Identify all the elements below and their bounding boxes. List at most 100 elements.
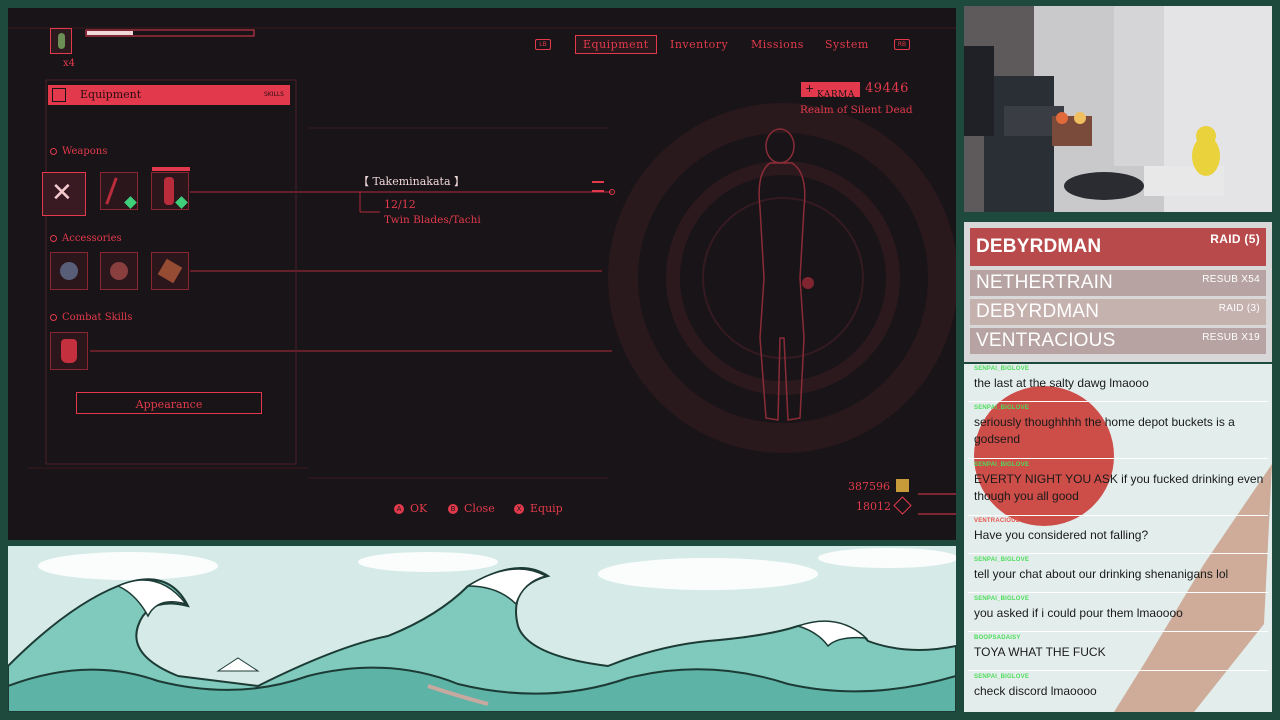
stream-events-panel: DEBYRDMAN RAID (5) NETHERTRAIN RESUB X54…: [964, 222, 1272, 362]
panel-title: Equipment: [80, 88, 142, 101]
event-row: DEBYRDMAN RAID (3): [970, 299, 1266, 325]
weapon-slot-2[interactable]: [100, 172, 138, 210]
blade-icon: [164, 177, 174, 205]
weapon-count: 12/12: [384, 198, 416, 211]
webcam-feed: [964, 6, 1272, 212]
event-tag: RAID (5): [1210, 232, 1260, 246]
section-accessories: Accessories: [50, 233, 122, 244]
divider: [968, 515, 1268, 516]
equipped-gem-icon: [175, 196, 188, 209]
chat-username: SENPAI_BIGLOVE: [974, 405, 1030, 411]
karma-value: 49446: [865, 81, 909, 96]
right-bumper-icon[interactable]: RB: [894, 39, 910, 50]
consumable-item-slot[interactable]: [50, 28, 72, 54]
slot-indicator: [152, 167, 190, 171]
chat-username: SENPAI_BIGLOVE: [974, 557, 1030, 563]
tab-system[interactable]: System: [825, 38, 869, 51]
chat-username: SENPAI_BIGLOVE: [974, 596, 1030, 602]
chat-message: SENPAI_BIGLOVE seriously thoughhhh the h…: [968, 405, 1268, 459]
section-combat-skills: Combat Skills: [50, 312, 132, 323]
accessory-slot-1[interactable]: [50, 252, 88, 290]
event-name: DEBYRDMAN: [976, 301, 1100, 322]
divider: [968, 592, 1268, 593]
control-equip[interactable]: X Equip: [514, 502, 563, 515]
divider: [968, 553, 1268, 554]
control-ok[interactable]: A OK: [394, 502, 427, 515]
event-name: DEBYRDMAN: [976, 236, 1102, 257]
appearance-button[interactable]: Appearance: [76, 392, 262, 414]
chat-text: TOYA WHAT THE FUCK: [974, 645, 1106, 659]
event-tag: RESUB X19: [1202, 332, 1260, 343]
wave-artwork: [8, 546, 956, 712]
chat-message: SENPAI_BIGLOVE the last at the salty daw…: [968, 366, 1268, 402]
event-name: VENTRACIOUS: [976, 330, 1116, 351]
control-ok-label: OK: [410, 502, 428, 515]
gourd-icon: [58, 33, 65, 49]
control-close[interactable]: B Close: [448, 502, 495, 515]
chat-message: SENPAI_BIGLOVE you asked if i could pour…: [968, 596, 1268, 632]
twin-blades-icon: ✕: [51, 178, 73, 208]
divider: [968, 670, 1268, 671]
event-row: VENTRACIOUS RESUB X19: [970, 328, 1266, 354]
weapon-slot-3[interactable]: [151, 167, 190, 210]
x-button-icon: X: [514, 504, 524, 514]
item-count: x4: [63, 58, 76, 69]
accessory-icon: [60, 262, 78, 280]
left-bumper-icon[interactable]: LB: [535, 39, 551, 50]
b-button-icon: B: [448, 504, 458, 514]
event-row: NETHERTRAIN RESUB X54: [970, 270, 1266, 296]
weapon-slot-1[interactable]: ✕: [42, 172, 86, 216]
chat-panel: SENPAI_BIGLOVE the last at the salty daw…: [964, 364, 1272, 712]
appearance-label: Appearance: [135, 398, 203, 411]
accessory-icon: [157, 258, 183, 284]
chat-text: EVERTY NIGHT YOU ASK if you fucked drink…: [974, 472, 1264, 503]
tab-equipment[interactable]: Equipment: [575, 35, 657, 54]
event-name: NETHERTRAIN: [976, 272, 1113, 293]
divider: [968, 458, 1268, 459]
event-tag: RAID (3): [1218, 303, 1260, 314]
chat-text: you asked if i could pour them lmaoooo: [974, 606, 1183, 620]
sword-icon: [105, 177, 118, 205]
panel-tag: SKILLS: [263, 91, 284, 98]
menu-icon: [592, 181, 604, 192]
chat-message: SENPAI_BIGLOVE check discord lmaoooo: [968, 674, 1268, 710]
control-equip-label: Equip: [530, 502, 563, 515]
tab-missions[interactable]: Missions: [751, 38, 804, 51]
chat-text: tell your chat about our drinking shenan…: [974, 567, 1229, 581]
karma-badge: + KARMA: [801, 82, 860, 100]
chat-message: SENPAI_BIGLOVE tell your chat about our …: [968, 557, 1268, 593]
divider: [968, 401, 1268, 402]
plus-icon: +: [805, 82, 815, 95]
weapon-type: Twin Blades/Tachi: [384, 214, 481, 226]
chat-username: SENPAI_BIGLOVE: [974, 674, 1030, 680]
chat-text: seriously thoughhhh the home depot bucke…: [974, 415, 1235, 446]
section-weapons: Weapons: [50, 146, 107, 157]
chat-username: VENTRACIOUS: [974, 518, 1020, 524]
location-name: Realm of Silent Dead: [800, 104, 913, 116]
control-close-label: Close: [464, 502, 495, 515]
accessory-slot-2[interactable]: [100, 252, 138, 290]
weapon-name: 【 Takeminakata 】: [358, 175, 466, 188]
chat-username: SENPAI_BIGLOVE: [974, 366, 1030, 372]
hand-icon: [61, 339, 77, 363]
chat-message: BOOPSADAISY TOYA WHAT THE FUCK: [968, 635, 1268, 671]
currency-1-icon: [896, 479, 909, 492]
chat-message: SENPAI_BIGLOVE EVERTY NIGHT YOU ASK if y…: [968, 462, 1268, 516]
tab-inventory[interactable]: Inventory: [670, 38, 728, 51]
game-capture: x4 LB Equipment Inventory Missions Syste…: [8, 8, 956, 540]
currency-1-value: 387596: [848, 480, 890, 493]
combat-skill-slot[interactable]: [50, 332, 88, 370]
accessory-slot-3[interactable]: [151, 252, 189, 290]
chat-username: SENPAI_BIGLOVE: [974, 462, 1030, 468]
divider: [968, 631, 1268, 632]
karma-label: KARMA: [817, 90, 855, 100]
chat-username: BOOPSADAISY: [974, 635, 1021, 641]
accessory-icon: [110, 262, 128, 280]
chat-message: VENTRACIOUS Have you considered not fall…: [968, 518, 1268, 554]
chat-text: the last at the salty dawg lmaooo: [974, 376, 1149, 390]
event-row: DEBYRDMAN RAID (5): [970, 228, 1266, 266]
grid-icon: [52, 88, 66, 102]
chat-text: Have you considered not falling?: [974, 528, 1149, 542]
a-button-icon: A: [394, 504, 404, 514]
great-wave-illustration: [8, 546, 956, 712]
